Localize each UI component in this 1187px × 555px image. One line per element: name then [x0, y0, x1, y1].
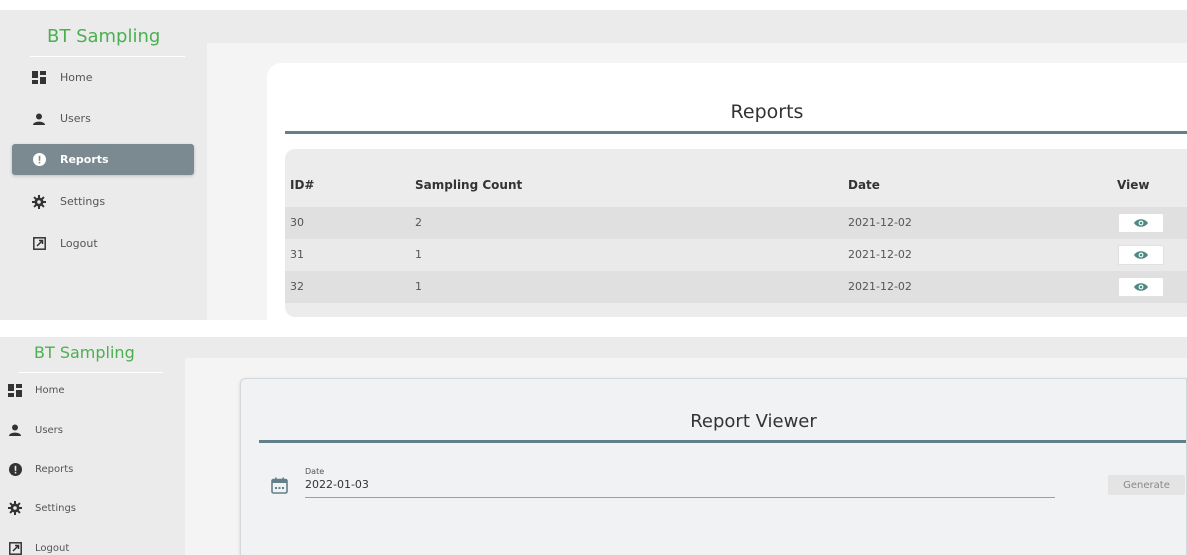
nav-item-reports[interactable]: Reports	[0, 456, 180, 482]
table-row: 30 2 2021-12-02	[285, 207, 1187, 239]
nav-label: Home	[35, 384, 65, 396]
report-viewer-screen: BT Sampling Home Users Reports Settings	[0, 337, 1187, 555]
title-divider	[259, 440, 1186, 443]
nav-item-home[interactable]: Home	[12, 62, 194, 93]
nav-item-settings[interactable]: Settings	[0, 495, 180, 521]
dashboard-icon	[32, 71, 46, 85]
brand-title: BT Sampling	[34, 343, 135, 362]
generate-button[interactable]: Generate	[1108, 475, 1185, 495]
sidebar: BT Sampling Home Users Reports Settings	[0, 337, 185, 555]
table-row: 31 1 2021-12-02	[285, 239, 1187, 271]
logout-icon	[8, 541, 22, 555]
eye-icon	[1134, 219, 1148, 227]
eye-icon	[1134, 283, 1148, 291]
column-header-view: View	[1117, 178, 1150, 192]
cell-count: 1	[415, 248, 422, 261]
nav-label: Reports	[60, 153, 109, 166]
date-field-underline	[305, 497, 1055, 498]
nav-label: Users	[60, 112, 91, 125]
brand-title: BT Sampling	[47, 26, 161, 47]
nav-label: Users	[35, 424, 64, 436]
date-field-label: Date	[305, 467, 325, 476]
brand-divider	[18, 372, 163, 373]
reports-table: ID# Sampling Count Date View 30 2 2021-1…	[285, 149, 1187, 317]
view-button[interactable]	[1118, 245, 1164, 265]
date-field-value[interactable]: 2022-01-03	[305, 478, 369, 491]
user-icon	[8, 423, 22, 437]
nav-label: Home	[60, 71, 93, 84]
reports-screen: BT Sampling Home Users Reports Settings	[0, 10, 1187, 320]
nav-item-users[interactable]: Users	[0, 417, 180, 443]
cell-id: 30	[290, 216, 304, 229]
nav-item-users[interactable]: Users	[12, 103, 194, 134]
dashboard-icon	[8, 383, 22, 397]
sidebar: BT Sampling Home Users Reports Settings	[0, 10, 207, 320]
cell-id: 32	[290, 280, 304, 293]
eye-icon	[1134, 251, 1148, 259]
user-icon	[32, 112, 46, 126]
nav-item-logout[interactable]: Logout	[12, 228, 194, 259]
cell-id: 31	[290, 248, 304, 261]
column-header-date: Date	[848, 178, 880, 192]
cell-date: 2021-12-02	[848, 216, 912, 229]
page-title: Report Viewer	[690, 411, 817, 432]
nav-item-home[interactable]: Home	[0, 377, 180, 403]
cell-count: 2	[415, 216, 422, 229]
nav-item-reports[interactable]: Reports	[12, 144, 194, 175]
nav-item-logout[interactable]: Logout	[0, 535, 180, 555]
nav-item-settings[interactable]: Settings	[12, 186, 194, 217]
column-header-id: ID#	[290, 178, 315, 192]
nav-label: Logout	[35, 542, 70, 554]
alert-icon	[32, 153, 46, 167]
report-viewer-card: Report Viewer Date 2022-01-03 Generate	[240, 378, 1187, 555]
table-row: 32 1 2021-12-02	[285, 271, 1187, 303]
reports-card: Reports ID# Sampling Count Date View 30 …	[267, 63, 1187, 320]
title-divider	[285, 131, 1187, 134]
nav-label: Settings	[60, 195, 106, 208]
view-button[interactable]	[1118, 213, 1164, 233]
page-title: Reports	[730, 101, 804, 123]
logout-icon	[32, 237, 46, 251]
nav-label: Reports	[35, 463, 74, 475]
brand-divider	[30, 56, 185, 57]
alert-icon	[8, 462, 22, 476]
gear-icon	[8, 501, 22, 515]
nav-label: Logout	[60, 237, 98, 250]
nav-label: Settings	[35, 502, 77, 514]
column-header-sampling-count: Sampling Count	[415, 178, 523, 192]
gear-icon	[32, 194, 46, 209]
cell-count: 1	[415, 280, 422, 293]
view-button[interactable]	[1118, 277, 1164, 297]
cell-date: 2021-12-02	[848, 248, 912, 261]
calendar-icon[interactable]	[271, 477, 288, 498]
cell-date: 2021-12-02	[848, 280, 912, 293]
